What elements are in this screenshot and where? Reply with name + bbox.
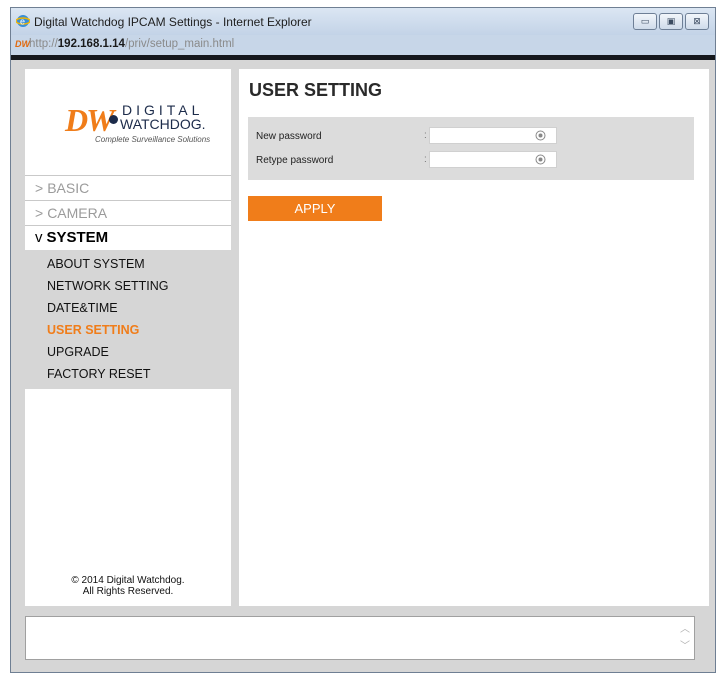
bottom-pane: ︿ ﹀: [11, 606, 715, 672]
url-text[interactable]: http://192.168.1.14/priv/setup_main.html: [29, 38, 234, 50]
eye-icon[interactable]: [535, 130, 546, 141]
status-scrollbar[interactable]: ︿ ﹀: [679, 621, 691, 657]
submenu-factory-reset[interactable]: FACTORY RESET: [25, 363, 231, 385]
logo-line2: WATCHDOG.: [120, 116, 206, 132]
new-password-colon: :: [424, 130, 427, 141]
scroll-down-icon[interactable]: ﹀: [679, 638, 691, 655]
nav-system-caret: v: [35, 229, 43, 246]
copyright-line2: All Rights Reserved.: [82, 586, 174, 597]
nav-system[interactable]: v SYSTEM: [25, 225, 231, 250]
maximize-button[interactable]: ▣: [659, 13, 683, 30]
window-controls: ▭ ▣ ⊠: [633, 13, 709, 30]
url-scheme: http://: [29, 38, 58, 50]
url-path: /priv/setup_main.html: [124, 38, 235, 50]
retype-password-label: Retype password: [256, 155, 334, 166]
system-submenu: ABOUT SYSTEM NETWORK SETTING DATE&TIME U…: [25, 250, 231, 389]
settings-nav: > BASIC > CAMERA v SYSTEM ABOUT SYSTEM NETW…: [25, 175, 231, 389]
nav-camera-label: CAMERA: [47, 205, 108, 221]
submenu-user-setting[interactable]: USER SETTING: [25, 319, 231, 341]
page-title: USER SETTING: [249, 80, 383, 100]
copyright-line1: © 2014 Digital Watchdog.: [71, 575, 185, 586]
password-form: New password : Retype password :: [248, 117, 694, 180]
retype-password-row: Retype password :: [248, 150, 694, 170]
browser-window: e Digital Watchdog IPCAM Settings - Inte…: [10, 7, 716, 673]
nav-system-label: SYSTEM: [46, 229, 109, 246]
status-box: ︿ ﹀: [25, 616, 695, 660]
close-button[interactable]: ⊠: [685, 13, 709, 30]
nav-basic[interactable]: > BASIC: [25, 175, 231, 200]
sidebar: DW DIGITAL WATCHDOG. Complete Surveillan…: [25, 69, 231, 607]
logo-mark: DW: [65, 102, 115, 138]
title-bar: e Digital Watchdog IPCAM Settings - Inte…: [11, 8, 715, 35]
submenu-upgrade[interactable]: UPGRADE: [25, 341, 231, 363]
submenu-date-time[interactable]: DATE&TIME: [25, 297, 231, 319]
submenu-network-setting[interactable]: NETWORK SETTING: [25, 275, 231, 297]
ie-icon: e: [16, 15, 30, 27]
logo-tagline: Complete Surveillance Solutions: [95, 135, 211, 144]
retype-password-colon: :: [424, 154, 427, 165]
page-content: DW DIGITAL WATCHDOG. Complete Surveillan…: [11, 60, 715, 607]
nav-camera-caret: >: [35, 205, 44, 221]
nav-basic-label: BASIC: [47, 180, 90, 196]
logo-dot: [109, 115, 118, 124]
new-password-row: New password :: [248, 126, 694, 146]
svg-text:e: e: [20, 17, 25, 27]
address-bar[interactable]: DW http://192.168.1.14/priv/setup_main.h…: [11, 35, 715, 55]
copyright: © 2014 Digital Watchdog. All Rights Rese…: [25, 575, 231, 597]
window-title: Digital Watchdog IPCAM Settings - Intern…: [34, 15, 312, 29]
scroll-up-icon[interactable]: ︿: [679, 621, 691, 638]
minimize-button[interactable]: ▭: [633, 13, 657, 30]
eye-icon[interactable]: [535, 154, 546, 165]
apply-button[interactable]: APPLY: [248, 196, 382, 221]
nav-basic-caret: >: [35, 180, 44, 196]
submenu-about-system[interactable]: ABOUT SYSTEM: [25, 253, 231, 275]
url-host: 192.168.1.14: [57, 38, 125, 50]
main-panel: USER SETTING New password : Retype passw…: [239, 69, 709, 607]
new-password-label: New password: [256, 131, 322, 142]
site-favicon: DW: [15, 39, 30, 49]
brand-logo: DW DIGITAL WATCHDOG. Complete Surveillan…: [65, 99, 210, 149]
nav-camera[interactable]: > CAMERA: [25, 200, 231, 225]
